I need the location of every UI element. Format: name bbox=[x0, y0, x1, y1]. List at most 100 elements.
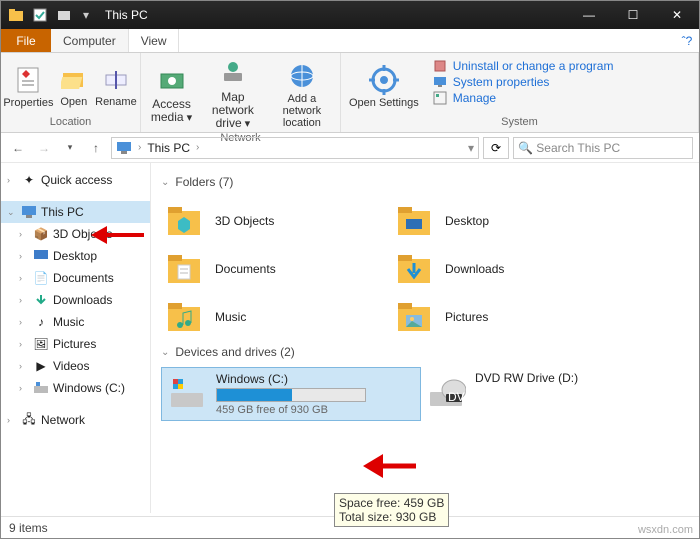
help-icon[interactable]: ˆ? bbox=[675, 29, 699, 52]
desktop-icon bbox=[393, 200, 435, 242]
pc-icon bbox=[21, 204, 37, 220]
open-button[interactable]: Open bbox=[54, 55, 94, 116]
minimize-button[interactable]: — bbox=[567, 1, 611, 29]
drive-c[interactable]: Windows (C:) 459 GB free of 930 GB bbox=[161, 367, 421, 421]
pictures-icon bbox=[393, 296, 435, 338]
svg-text:DVD: DVD bbox=[448, 390, 466, 404]
maximize-button[interactable]: ☐ bbox=[611, 1, 655, 29]
computer-tab[interactable]: Computer bbox=[51, 29, 129, 52]
rename-icon bbox=[100, 64, 132, 96]
chevron-right-icon[interactable]: › bbox=[196, 142, 199, 153]
cube-icon bbox=[163, 200, 205, 242]
uninstall-link[interactable]: Uninstall or change a program bbox=[433, 59, 686, 73]
forward-button[interactable]: → bbox=[33, 137, 55, 159]
drive-c-free: 459 GB free of 930 GB bbox=[216, 404, 416, 416]
location-group-label: Location bbox=[5, 116, 136, 130]
sidebar-item-network[interactable]: ›🖧Network bbox=[1, 409, 150, 431]
file-tab[interactable]: File bbox=[1, 29, 51, 52]
documents-icon bbox=[163, 248, 205, 290]
map-drive-button[interactable]: Map network drive ▾ bbox=[200, 55, 266, 132]
sidebar-item-music[interactable]: ›♪Music bbox=[1, 311, 150, 333]
network-icon: 🖧 bbox=[21, 412, 37, 428]
folder-pictures[interactable]: Pictures bbox=[391, 293, 621, 341]
map-drive-icon bbox=[217, 57, 249, 91]
thispc-icon bbox=[116, 140, 132, 156]
downloads-icon bbox=[393, 248, 435, 290]
drives-section-header[interactable]: ⌄Devices and drives (2) bbox=[161, 345, 689, 359]
access-media-button[interactable]: Access media ▾ bbox=[145, 55, 198, 132]
breadcrumb[interactable]: › This PC › ▾ bbox=[111, 137, 479, 159]
rename-button[interactable]: Rename bbox=[96, 55, 136, 116]
folder-3d-objects[interactable]: 3D Objects bbox=[161, 197, 391, 245]
drive-d-label: DVD RW Drive (D:) bbox=[475, 371, 677, 385]
ribbon-tabs: File Computer View ˆ? bbox=[1, 29, 699, 53]
system-group-label: System bbox=[345, 116, 694, 130]
quick-access-toolbar: ▾ bbox=[1, 4, 99, 26]
system-properties-link[interactable]: System properties bbox=[433, 75, 686, 89]
close-button[interactable]: ✕ bbox=[655, 1, 699, 29]
properties-button[interactable]: Properties bbox=[5, 55, 52, 116]
search-input[interactable]: 🔍 Search This PC bbox=[513, 137, 693, 159]
chevron-right-icon[interactable]: › bbox=[138, 142, 141, 153]
properties-icon bbox=[12, 63, 44, 97]
sidebar-item-3d[interactable]: ›📦3D Objects bbox=[1, 223, 150, 245]
music-icon bbox=[163, 296, 205, 338]
drive-tooltip: Space free: 459 GB Total size: 930 GB bbox=[334, 493, 449, 527]
qat-dropdown-icon[interactable]: ▾ bbox=[77, 8, 95, 22]
view-tab[interactable]: View bbox=[129, 29, 180, 52]
pictures-icon: 🖼 bbox=[33, 336, 49, 352]
dvd-icon: DVD bbox=[425, 371, 467, 413]
ribbon: Properties Open Rename Location Access m… bbox=[1, 53, 699, 133]
chevron-down-icon: ⌄ bbox=[161, 347, 169, 358]
documents-icon: 📄 bbox=[33, 270, 49, 286]
downloads-icon bbox=[33, 292, 49, 308]
desktop-icon bbox=[33, 248, 49, 264]
folder-desktop[interactable]: Desktop bbox=[391, 197, 621, 245]
title-bar: ▾ This PC — ☐ ✕ bbox=[1, 1, 699, 29]
folder-documents[interactable]: Documents bbox=[161, 245, 391, 293]
music-icon: ♪ bbox=[33, 314, 49, 330]
folder-small-icon[interactable] bbox=[53, 4, 75, 26]
recent-dropdown[interactable]: ▾ bbox=[59, 137, 81, 159]
sidebar-item-windows-c[interactable]: ›Windows (C:) bbox=[1, 377, 150, 399]
back-button[interactable]: ← bbox=[7, 137, 29, 159]
drive-icon bbox=[33, 380, 49, 396]
cube-icon: 📦 bbox=[33, 226, 49, 242]
star-icon: ✦ bbox=[21, 172, 37, 188]
sidebar-item-quick-access[interactable]: ›✦Quick access bbox=[1, 169, 150, 191]
search-icon: 🔍 bbox=[518, 141, 533, 155]
videos-icon: ▶ bbox=[33, 358, 49, 374]
dropdown-icon[interactable]: ▾ bbox=[468, 141, 474, 155]
folder-music[interactable]: Music bbox=[161, 293, 391, 341]
chevron-down-icon: ⌄ bbox=[161, 177, 169, 188]
monitor-icon bbox=[433, 75, 447, 89]
open-icon bbox=[58, 64, 90, 96]
media-icon bbox=[156, 64, 188, 98]
manage-link[interactable]: Manage bbox=[433, 91, 686, 105]
manage-icon bbox=[433, 91, 447, 105]
sidebar-item-this-pc[interactable]: ⌄This PC bbox=[1, 201, 150, 223]
watermark: wsxdn.com bbox=[638, 524, 693, 536]
sidebar-item-documents[interactable]: ›📄Documents bbox=[1, 267, 150, 289]
checkbox-icon[interactable] bbox=[29, 4, 51, 26]
drive-icon bbox=[166, 372, 208, 414]
sidebar-item-videos[interactable]: ›▶Videos bbox=[1, 355, 150, 377]
folders-section-header[interactable]: ⌄Folders (7) bbox=[161, 175, 689, 189]
settings-icon bbox=[368, 63, 400, 97]
content-pane: ⌄Folders (7) 3D Objects Desktop Document… bbox=[151, 163, 699, 513]
add-location-button[interactable]: Add a network location bbox=[268, 55, 336, 132]
sidebar-item-downloads[interactable]: ›Downloads bbox=[1, 289, 150, 311]
folder-downloads[interactable]: Downloads bbox=[391, 245, 621, 293]
drive-d[interactable]: DVD DVD RW Drive (D:) bbox=[421, 367, 681, 421]
globe-icon bbox=[286, 59, 318, 93]
refresh-button[interactable]: ⟳ bbox=[483, 137, 509, 159]
sidebar-item-desktop[interactable]: ›Desktop bbox=[1, 245, 150, 267]
open-settings-button[interactable]: Open Settings bbox=[345, 55, 423, 116]
drive-c-label: Windows (C:) bbox=[216, 372, 416, 386]
breadcrumb-item[interactable]: This PC bbox=[147, 141, 190, 155]
up-button[interactable]: ↑ bbox=[85, 137, 107, 159]
address-bar-row: ← → ▾ ↑ › This PC › ▾ ⟳ 🔍 Search This PC bbox=[1, 133, 699, 163]
sidebar-item-pictures[interactable]: ›🖼Pictures bbox=[1, 333, 150, 355]
folder-icon[interactable] bbox=[5, 4, 27, 26]
navigation-tree: ›✦Quick access ⌄This PC ›📦3D Objects ›De… bbox=[1, 163, 151, 513]
